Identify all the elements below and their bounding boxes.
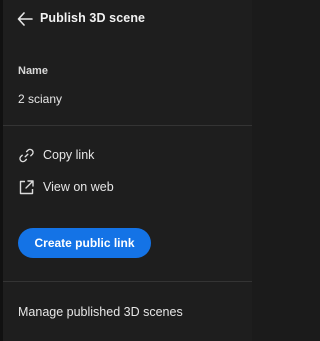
create-public-link-button[interactable]: Create public link xyxy=(18,228,151,258)
page-title: Publish 3D scene xyxy=(40,11,146,25)
back-button[interactable] xyxy=(16,11,34,27)
manage-published-scenes-link[interactable]: Manage published 3D scenes xyxy=(18,305,183,319)
arrow-left-icon xyxy=(17,12,33,26)
view-on-web-label: View on web xyxy=(43,180,114,194)
divider xyxy=(3,281,252,282)
link-icon xyxy=(17,146,35,164)
copy-link-action[interactable]: Copy link xyxy=(17,145,94,165)
view-on-web-action[interactable]: View on web xyxy=(17,177,114,197)
name-label: Name xyxy=(18,65,48,77)
name-value: 2 sciany xyxy=(18,92,63,106)
publish-panel: Publish 3D scene Name 2 sciany Copy link… xyxy=(3,0,252,341)
divider xyxy=(3,125,252,126)
external-link-icon xyxy=(17,178,35,196)
copy-link-label: Copy link xyxy=(43,148,95,162)
panel-header: Publish 3D scene xyxy=(3,0,252,38)
